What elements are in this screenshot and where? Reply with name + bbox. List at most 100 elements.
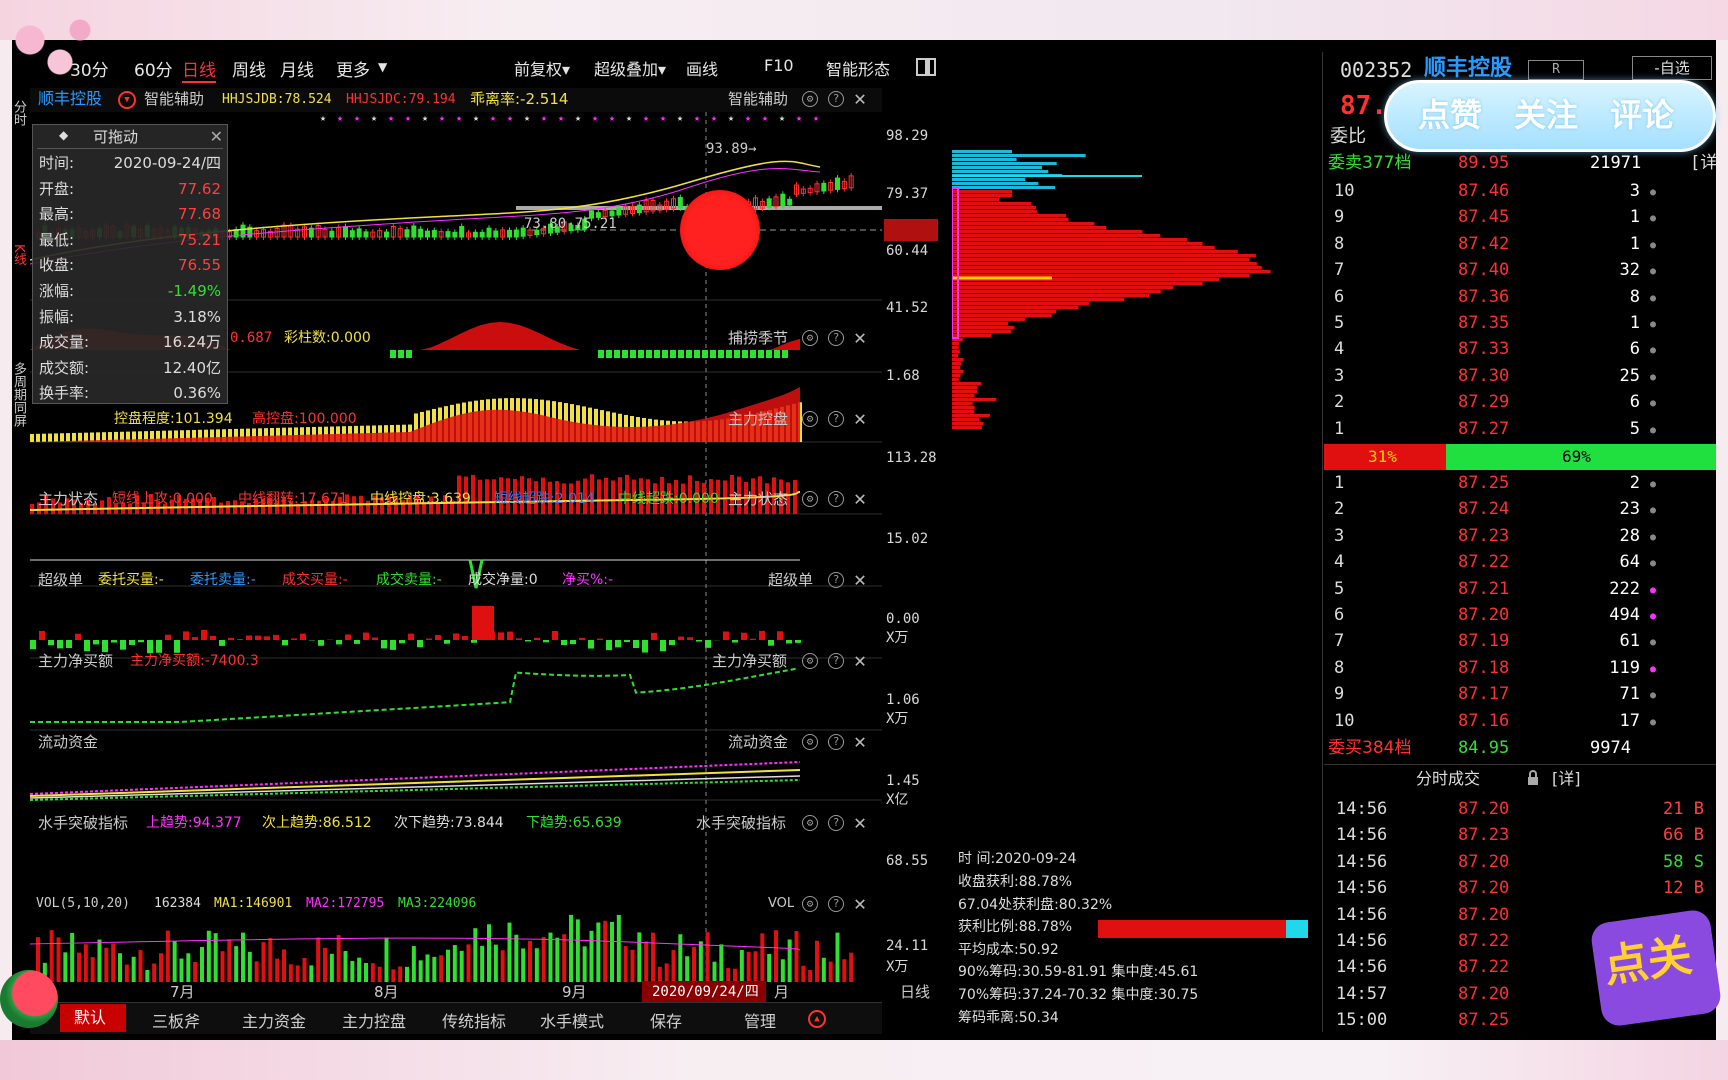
side-label-intraday[interactable]: 分时 — [11, 100, 26, 126]
bottom-tab-1[interactable]: 三板斧 — [152, 1008, 200, 1032]
period-indicator[interactable]: 日线 — [900, 983, 930, 1001]
bottom-tab-5[interactable]: 水手模式 — [540, 1008, 604, 1032]
panel-help-icon[interactable]: ? — [828, 815, 844, 831]
volume-bar — [118, 953, 122, 982]
comment-label[interactable]: 评论 — [1610, 96, 1674, 134]
chip-bar — [952, 186, 1056, 189]
like-label[interactable]: 点赞 — [1418, 96, 1482, 134]
sell-price[interactable]: 87.35 — [1458, 312, 1509, 334]
tab-3[interactable]: 周线 — [232, 56, 266, 81]
buy-price[interactable]: 87.22 — [1458, 551, 1509, 573]
buy-price[interactable]: 87.19 — [1458, 630, 1509, 652]
orderbook-divider — [1322, 52, 1323, 1032]
panel-close-icon[interactable]: ✕ — [854, 408, 866, 428]
panel-settings-gear-icon[interactable]: ⚙ — [802, 815, 818, 831]
buy-price[interactable]: 87.21 — [1458, 578, 1509, 600]
sell-price[interactable]: 87.33 — [1458, 338, 1509, 360]
sell-price[interactable]: 87.40 — [1458, 259, 1509, 281]
help-icon[interactable]: ? — [828, 91, 844, 107]
sell-detail-link[interactable]: [详 — [1690, 152, 1717, 174]
panel-help-icon[interactable]: ? — [828, 734, 844, 750]
bottom-tab-7[interactable]: 管理 — [744, 1008, 776, 1032]
more-dropdown-icon[interactable]: ▼ — [378, 60, 387, 74]
sell-price[interactable]: 87.30 — [1458, 365, 1509, 387]
panel-help-icon[interactable]: ? — [828, 330, 844, 346]
layout-toggle-icon[interactable] — [916, 58, 936, 76]
panel-settings-gear-icon[interactable]: ⚙ — [802, 896, 818, 912]
bottom-tab-0[interactable]: 默认 — [60, 1004, 127, 1032]
bottom-tab-4[interactable]: 传统指标 — [442, 1008, 506, 1032]
super-close-icon[interactable]: ✕ — [854, 569, 866, 589]
sell-price[interactable]: 87.46 — [1458, 180, 1509, 202]
buy-price[interactable]: 87.16 — [1458, 710, 1509, 732]
tooltip-pin-icon[interactable]: ◆ — [59, 123, 68, 147]
signal-star-icon: ★ — [592, 113, 598, 124]
panel-settings-gear-icon[interactable]: ⚙ — [802, 734, 818, 750]
side-label-multi-period[interactable]: 多周期同屏 — [11, 362, 26, 427]
tick-price: 87.20 — [1458, 851, 1510, 872]
buy-price[interactable]: 87.24 — [1458, 498, 1509, 520]
close-icon[interactable]: ✕ — [854, 88, 866, 108]
follow-label[interactable]: 关注 — [1514, 96, 1578, 134]
buy-price[interactable]: 87.23 — [1458, 525, 1509, 547]
panel-settings-gear-icon[interactable]: ⚙ — [802, 653, 818, 669]
chip-bar — [952, 166, 1042, 169]
panel-help-icon[interactable]: ? — [828, 653, 844, 669]
panel-settings-gear-icon[interactable]: ⚙ — [802, 411, 818, 427]
super-help-icon[interactable]: ? — [828, 572, 844, 588]
panel-close-icon[interactable]: ✕ — [854, 327, 866, 347]
panel-close-icon[interactable]: ✕ — [854, 650, 866, 670]
tooltip-close-icon[interactable]: ✕ — [210, 125, 223, 149]
tab-5[interactable]: 更多 — [336, 56, 370, 81]
buy-dot-icon: ● — [1650, 479, 1657, 490]
sell-price[interactable]: 87.42 — [1458, 233, 1509, 255]
tool-2[interactable]: 画线 — [686, 56, 718, 80]
buy-price[interactable]: 87.17 — [1458, 683, 1509, 705]
lock-icon[interactable] — [1526, 770, 1540, 786]
tool-1[interactable]: 超级叠加▾ — [594, 56, 666, 80]
tab-4[interactable]: 月线 — [280, 56, 314, 81]
assist-label[interactable]: 智能辅助 — [144, 90, 204, 108]
chart-stock-name[interactable]: 顺丰控股 — [38, 90, 102, 108]
panel-help-icon[interactable]: ? — [828, 896, 844, 912]
sell-price[interactable]: 87.36 — [1458, 286, 1509, 308]
tool-3[interactable]: F10 — [764, 56, 794, 75]
buy-volume: 28 — [1619, 525, 1640, 546]
bottom-tab-6[interactable]: 保存 — [650, 1008, 682, 1032]
panel-help-icon[interactable]: ? — [828, 491, 844, 507]
buy-price[interactable]: 87.20 — [1458, 604, 1509, 626]
bottom-tab-2[interactable]: 主力资金 — [242, 1008, 306, 1032]
settings-gear-icon[interactable]: ⚙ — [802, 91, 818, 107]
buy-price[interactable]: 87.25 — [1458, 472, 1509, 494]
assist-dropdown-icon[interactable]: ▼ — [118, 91, 136, 109]
tool-0[interactable]: 前复权▾ — [514, 56, 570, 80]
tool-4[interactable]: 智能形态 — [826, 56, 890, 80]
tooltip-header[interactable]: ◆ 可拖动 ✕ — [37, 125, 223, 149]
tab-1[interactable]: 60分 — [134, 56, 173, 81]
ticks-title[interactable]: 分时成交 — [1416, 770, 1480, 788]
panel-settings-gear-icon[interactable]: ⚙ — [802, 491, 818, 507]
sell-price[interactable]: 87.29 — [1458, 391, 1509, 413]
watchlist-button[interactable]: -自选 — [1632, 56, 1712, 80]
panel-close-icon[interactable]: ✕ — [854, 812, 866, 832]
buy-price[interactable]: 87.18 — [1458, 657, 1509, 679]
time-label-2: 9月 — [562, 983, 587, 1001]
side-label-kline[interactable]: K线 — [11, 244, 26, 266]
tab-2[interactable]: 日线 — [182, 56, 216, 83]
panel-close-icon[interactable]: ✕ — [854, 488, 866, 508]
stock-name[interactable]: 顺丰控股 — [1424, 56, 1512, 82]
bottom-arrow-icon[interactable]: ▲ — [808, 1010, 826, 1028]
sell-price[interactable]: 87.27 — [1458, 418, 1509, 440]
panel-close-icon[interactable]: ✕ — [854, 731, 866, 751]
chip-bar — [952, 230, 1143, 233]
netbuy-bar — [435, 635, 441, 640]
panel-help-icon[interactable]: ? — [828, 411, 844, 427]
panel-close-icon[interactable]: ✕ — [854, 893, 866, 913]
data-tooltip-box[interactable]: ◆ 可拖动 ✕ 时间: 2020-09-24/四 开盘: 77.62 最高: 77.68 最… — [32, 124, 228, 404]
volume-bar — [651, 932, 655, 982]
panel-settings-gear-icon[interactable]: ⚙ — [802, 330, 818, 346]
sell-price[interactable]: 87.45 — [1458, 206, 1509, 228]
ticks-detail-link[interactable]: [详] — [1552, 770, 1581, 788]
bottom-tab-3[interactable]: 主力控盘 — [342, 1008, 406, 1032]
tick-price: 87.25 — [1458, 1010, 1510, 1031]
